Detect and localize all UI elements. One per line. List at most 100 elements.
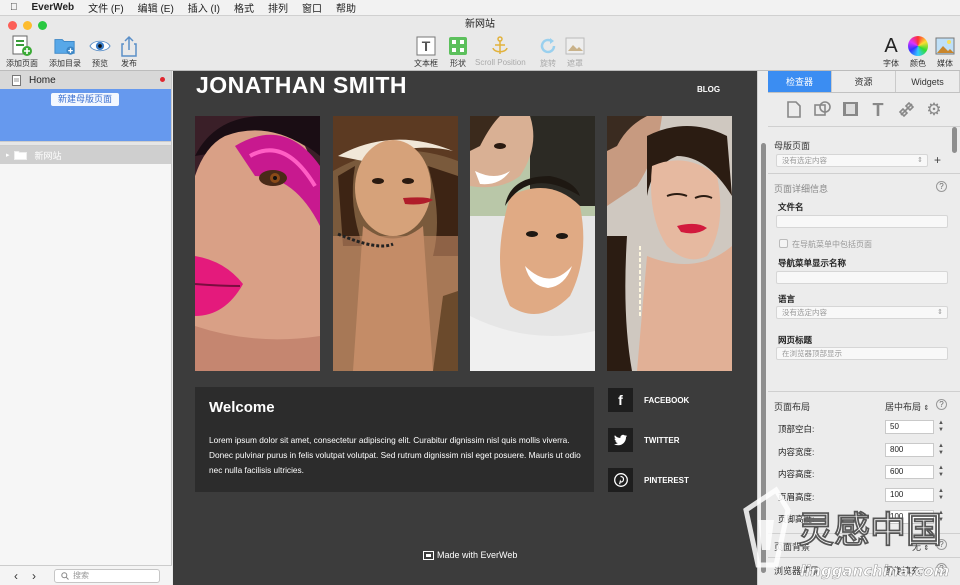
content-height-stepper[interactable]: ▲ ▼ (936, 465, 946, 479)
color-wheel-icon (907, 35, 929, 57)
help-icon[interactable]: ? (936, 181, 947, 192)
master-page-area: 新建母版页面 (0, 89, 171, 141)
header-height-stepper[interactable]: ▲ ▼ (936, 488, 946, 502)
page-inspector-icon[interactable] (785, 100, 803, 119)
add-folder-icon (54, 35, 76, 57)
site-title[interactable]: JONATHAN SMITH (196, 72, 407, 99)
menu-format[interactable]: 格式 (234, 0, 254, 15)
menu-help[interactable]: 帮助 (336, 0, 356, 15)
canvas-scrollbar[interactable] (757, 71, 768, 585)
film-inspector-icon[interactable] (841, 101, 859, 119)
header-height-field[interactable]: 100 (885, 488, 934, 502)
social-link-facebook[interactable]: f FACEBOOK (608, 388, 689, 412)
mask-button[interactable]: 遮罩 (564, 35, 586, 69)
help-icon[interactable]: ? (936, 563, 947, 574)
photo-3[interactable] (470, 116, 595, 371)
updown-chevron-icon: ⇕ (923, 405, 930, 412)
page-layout-label: 页面布局 (774, 402, 811, 412)
twitter-icon (608, 428, 633, 452)
zoom-window-button[interactable] (38, 21, 47, 30)
publish-button[interactable]: 发布 (118, 35, 140, 69)
top-spacing-field[interactable]: 50 (885, 420, 934, 434)
window-titlebar: 新网站 (0, 16, 960, 34)
media-button[interactable]: 媒体 (934, 35, 956, 69)
add-master-page-button[interactable]: + (934, 153, 941, 167)
inspector-scrollbar-thumb[interactable] (952, 127, 957, 153)
link-inspector-icon[interactable] (897, 101, 915, 119)
content-width-field[interactable]: 800 (885, 443, 934, 457)
page-title-field[interactable]: 在浏览器顶部显示 (776, 347, 948, 360)
canvas-scrollbar-thumb[interactable] (761, 143, 766, 573)
nav-link-blog[interactable]: BLOG (697, 85, 720, 94)
preview-button[interactable]: 预览 (89, 35, 111, 69)
sidebar-item-home[interactable]: Home (0, 71, 171, 89)
content-height-label: 内容高度: (778, 469, 815, 479)
minimize-window-button[interactable] (23, 21, 32, 30)
footer-height-field[interactable]: 100 (885, 510, 934, 524)
tab-widgets[interactable]: Widgets (896, 71, 960, 92)
toolbar: 添加页面 添加目录 预览 发布 T 文本框 形状 Scroll Position… (0, 34, 960, 71)
nav-display-name-label: 导航菜单显示名称 (778, 258, 847, 268)
font-icon: A (884, 34, 898, 57)
photo-4[interactable] (607, 116, 732, 371)
apple-icon[interactable]:  (10, 2, 18, 13)
close-window-button[interactable] (8, 21, 17, 30)
language-label: 语言 (778, 294, 796, 304)
social-link-pinterest[interactable]: PINTEREST (608, 468, 689, 492)
chevron-right-icon[interactable]: › (32, 569, 36, 583)
menu-arrange[interactable]: 排列 (268, 0, 288, 15)
photo-1[interactable] (195, 116, 320, 371)
scroll-position-button[interactable]: Scroll Position (475, 35, 526, 67)
page-layout-select[interactable]: 居中布局 ⇕ (885, 400, 929, 413)
page-background-select[interactable]: 无 ⇕ (912, 540, 929, 553)
menu-file[interactable]: 文件 (F) (88, 0, 124, 15)
menu-insert[interactable]: 插入 (I) (188, 0, 220, 15)
sidebar-item-site[interactable]: ▸ 新网站 (0, 146, 171, 164)
add-folder-button[interactable]: 添加目录 (49, 35, 81, 69)
app-menu[interactable]: EverWeb (32, 2, 75, 13)
language-select[interactable]: 没有选定内容 ⇕ (776, 306, 948, 319)
shape-button[interactable]: 形状 (447, 35, 469, 69)
text-inspector-icon[interactable]: T (869, 101, 887, 119)
content-height-field[interactable]: 600 (885, 465, 934, 479)
updown-chevron-icon: ⇕ (923, 545, 930, 552)
shape-icon (447, 35, 469, 57)
menu-window[interactable]: 窗口 (302, 0, 322, 15)
nav-display-name-field[interactable] (776, 271, 948, 284)
social-link-twitter[interactable]: TWITTER (608, 428, 680, 452)
add-page-button[interactable]: 添加页面 (6, 35, 38, 69)
svg-text:T: T (422, 38, 431, 54)
footer-height-stepper[interactable]: ▲ ▼ (936, 510, 946, 524)
page-icon (12, 74, 21, 86)
font-button[interactable]: A 字体 (880, 35, 902, 69)
color-button[interactable]: 颜色 (907, 35, 929, 69)
welcome-text[interactable]: Lorem ipsum dolor sit amet, consectetur … (209, 433, 589, 478)
rotate-button[interactable]: 旋转 (537, 35, 559, 69)
made-with-everweb-badge[interactable]: Made with EverWeb (423, 550, 517, 560)
disclosure-triangle-icon[interactable]: ▸ (6, 151, 10, 159)
browser-background-select[interactable]: 图像填充 ⇕ (884, 564, 928, 577)
file-name-field[interactable] (776, 215, 948, 228)
inspector-subtabs: T ⚙ (768, 93, 960, 127)
textbox-button[interactable]: T 文本框 (414, 35, 438, 69)
tab-inspector[interactable]: 检查器 (768, 71, 832, 92)
top-spacing-stepper[interactable]: ▲ ▼ (936, 420, 946, 434)
gear-icon[interactable]: ⚙ (925, 100, 943, 119)
menu-edit[interactable]: 编辑 (E) (138, 0, 174, 15)
chevron-left-icon[interactable]: ‹ (14, 569, 18, 583)
master-page-select[interactable]: 没有选定内容 ⇕ (776, 154, 928, 167)
include-in-nav-checkbox[interactable] (779, 239, 788, 248)
new-master-page-button[interactable]: 新建母版页面 (51, 93, 119, 106)
welcome-title[interactable]: Welcome (209, 399, 275, 416)
content-width-stepper[interactable]: ▲ ▼ (936, 443, 946, 457)
welcome-panel[interactable]: Welcome Lorem ipsum dolor sit amet, cons… (195, 387, 594, 492)
help-icon[interactable]: ? (936, 399, 947, 410)
tab-assets[interactable]: 资源 (832, 71, 896, 92)
help-icon[interactable]: ? (936, 539, 947, 550)
shape-inspector-icon[interactable] (813, 100, 831, 119)
top-spacing-label: 顶部空白: (778, 424, 815, 434)
page-title-label: 网页标题 (778, 335, 813, 345)
photo-2[interactable] (333, 116, 458, 371)
page-canvas[interactable]: JONATHAN SMITH BLOG Welcome Lorem ipsum … (173, 71, 757, 585)
search-input[interactable]: 搜索 (54, 568, 160, 583)
